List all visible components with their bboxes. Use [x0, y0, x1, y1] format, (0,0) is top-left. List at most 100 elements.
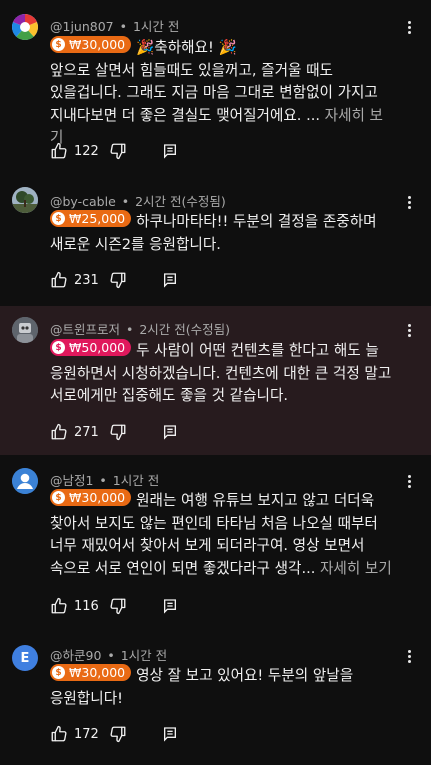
- reply-comment-icon[interactable]: [162, 143, 178, 159]
- more-vertical-icon[interactable]: [404, 473, 414, 490]
- thumbs-up-icon: [50, 271, 68, 289]
- comment-line: 새로운 시즌2를 응원합니다.: [50, 234, 395, 257]
- comment-meta: @1jun807 • 1시간 전: [50, 16, 179, 35]
- comment-line: 응원하면서 시청하겠습니다. 컨텐츠에 대한 큰 걱정 말고: [50, 363, 395, 386]
- comment-actions: 122: [50, 141, 176, 161]
- comment-line: 찾아서 보지도 않는 편인데 타타님 처음 나오실 때부터: [50, 513, 395, 536]
- thumbs-up-icon: [50, 142, 68, 160]
- comment-line: 지내다보면 더 좋은 결실도 맺어질거에요. ... 자세히 보기: [50, 105, 395, 150]
- comment-line-text: 하쿠나마타타!! 두분의 결정을 존중하며: [136, 213, 377, 230]
- like-button[interactable]: 122: [50, 142, 99, 160]
- thumbs-down-icon[interactable]: [109, 142, 127, 160]
- reply-comment-icon[interactable]: [162, 726, 178, 742]
- comment-line-text: 지내다보면 더 좋은 결실도 맺어질거에요. ...: [50, 106, 320, 124]
- comment-item: @by-cable • 2시간 전(수정됨)₩25,000하쿠나마타타!! 두분…: [0, 165, 431, 306]
- avatar[interactable]: [12, 14, 38, 40]
- coin-icon: [52, 211, 65, 228]
- thumbs-down-icon[interactable]: [109, 597, 127, 615]
- comment-line: ₩50,000 두 사람이 어떤 컨텐츠를 한다고 해도 늘: [50, 339, 395, 363]
- comment-line-text: 두 사람이 어떤 컨텐츠를 한다고 해도 늘: [136, 342, 379, 359]
- comment-line-text: 🎉축하해요! 🎉: [136, 39, 237, 56]
- super-thanks-chip: ₩30,000: [50, 36, 132, 54]
- default-avatar-icon[interactable]: [12, 468, 38, 494]
- author-handle[interactable]: @트윈프로저: [50, 322, 120, 337]
- comment-actions: 231: [50, 270, 176, 290]
- comment-actions: 172: [50, 724, 176, 744]
- reply-comment-icon[interactable]: [162, 272, 178, 288]
- comment-line-text: 원래는 여행 유튜브 보지고 않고 더더욱: [136, 492, 375, 509]
- coin-icon: [52, 490, 65, 507]
- comment-item: E@하쿤90 • 1시간 전₩30,000영상 잘 보고 있어요! 두분의 앞날…: [0, 627, 431, 765]
- avatar[interactable]: [12, 187, 38, 213]
- super-thanks-chip: ₩25,000: [50, 210, 132, 228]
- coin-icon: [52, 665, 65, 682]
- like-button[interactable]: 172: [50, 725, 99, 743]
- comment-meta: @하쿤90 • 1시간 전: [50, 645, 167, 664]
- meta-separator: •: [103, 648, 119, 663]
- author-handle[interactable]: @남정1: [50, 473, 93, 488]
- comment-line: ₩30,000 🎉축하해요! 🎉: [50, 36, 395, 60]
- reply-comment-icon[interactable]: [162, 424, 178, 440]
- comment-line-text: 영상 잘 보고 있어요! 두분의 앞날을: [136, 667, 354, 684]
- comment-text: ₩25,000 하쿠나마타타!! 두분의 결정을 존중하며새로운 시즌2를 응원합…: [50, 210, 395, 256]
- author-handle[interactable]: @하쿤90: [50, 648, 101, 663]
- more-vertical-icon[interactable]: [404, 194, 414, 211]
- like-count: 116: [74, 598, 99, 614]
- like-count: 172: [74, 726, 99, 742]
- avatar[interactable]: [12, 317, 38, 343]
- comment-line: ₩30,000 영상 잘 보고 있어요! 두분의 앞날을: [50, 664, 395, 688]
- comment-line-text: 응원합니다!: [50, 689, 123, 707]
- comment-text: ₩30,000 🎉축하해요! 🎉 앞으로 살면서 힘들때도 있을꺼고, 즐거울 때도…: [50, 36, 395, 150]
- comment-line-text: 새로운 시즌2를 응원합니다.: [50, 235, 221, 253]
- comment-item: @1jun807 • 1시간 전 ₩30,000 🎉축하해요! 🎉 앞으로 살면서 힘…: [0, 0, 431, 165]
- thumbs-down-icon[interactable]: [109, 725, 127, 743]
- comment-actions: 116: [50, 596, 176, 616]
- meta-separator: •: [117, 194, 134, 209]
- super-thanks-chip: ₩30,000: [50, 664, 132, 682]
- comment-line: ₩30,000 원래는 여행 유튜브 보지고 않고 더더욱: [50, 489, 395, 513]
- thumbs-down-icon[interactable]: [109, 271, 127, 289]
- comment-line-text: 서로에게만 집중해도 좋을 것 같습니다.: [50, 387, 289, 404]
- comment-item: @트윈프로저 • 2시간 전(수정됨) ₩50,000 두 사람이 어떤 컨텐츠를 …: [0, 306, 431, 455]
- like-button[interactable]: 231: [50, 271, 99, 289]
- comment-time: 2시간 전: [139, 322, 186, 337]
- super-thanks-chip: ₩50,000: [50, 339, 132, 357]
- comment-text: ₩30,000 원래는 여행 유튜브 보지고 않고 더더욱찾아서 보지도 않는 편…: [50, 489, 395, 580]
- author-handle[interactable]: @1jun807: [50, 19, 114, 34]
- comment-line: 속으로 서로 연인이 되면 좋겠다라구 생각... 자세히 보기: [50, 558, 395, 581]
- chip-amount: ₩30,000: [69, 665, 126, 680]
- comment-item: @남정1 • 1시간 전₩30,000원래는 여행 유튜브 보지고 않고 더더욱…: [0, 455, 431, 627]
- like-count: 122: [74, 143, 99, 159]
- see-more-link[interactable]: 자세히 보기: [320, 560, 392, 577]
- reply-comment-icon[interactable]: [162, 598, 178, 614]
- thumbs-up-icon: [50, 423, 68, 441]
- edited-label: (수정됨): [185, 322, 231, 337]
- comment-line: 응원합니다!: [50, 688, 395, 711]
- comment-line-text: 있을겁니다. 그래도 지금 마음 그대로 변함없이 가지고: [50, 84, 378, 101]
- meta-separator: •: [115, 19, 131, 34]
- like-button[interactable]: 271: [50, 423, 99, 441]
- edited-label: (수정됨): [181, 194, 226, 209]
- more-vertical-icon[interactable]: [404, 19, 414, 36]
- comment-actions: 271: [50, 422, 176, 442]
- more-vertical-icon[interactable]: [404, 648, 414, 665]
- super-thanks-chip: ₩30,000: [50, 489, 132, 507]
- chip-amount: ₩30,000: [69, 37, 126, 52]
- comment-time: 1시간 전: [132, 19, 180, 34]
- comment-line-text: 찾아서 보지도 않는 편인데 타타님 처음 나오실 때부터: [50, 514, 378, 532]
- coin-icon: [52, 37, 65, 54]
- comment-time: 2시간 전: [135, 194, 182, 209]
- meta-separator: •: [95, 473, 111, 488]
- avatar-letter: E: [20, 650, 30, 666]
- chip-amount: ₩30,000: [69, 490, 126, 505]
- thumbs-up-icon: [50, 725, 68, 743]
- meta-separator: •: [122, 322, 138, 337]
- comment-line: 앞으로 살면서 힘들때도 있을꺼고, 즐거울 때도: [50, 60, 395, 83]
- author-handle[interactable]: @by-cable: [50, 194, 116, 209]
- comment-time: 1시간 전: [120, 648, 168, 663]
- avatar[interactable]: E: [12, 645, 38, 671]
- thumbs-down-icon[interactable]: [109, 423, 127, 441]
- like-button[interactable]: 116: [50, 597, 99, 615]
- more-vertical-icon[interactable]: [404, 322, 414, 339]
- comment-line: ₩25,000 하쿠나마타타!! 두분의 결정을 존중하며: [50, 210, 395, 234]
